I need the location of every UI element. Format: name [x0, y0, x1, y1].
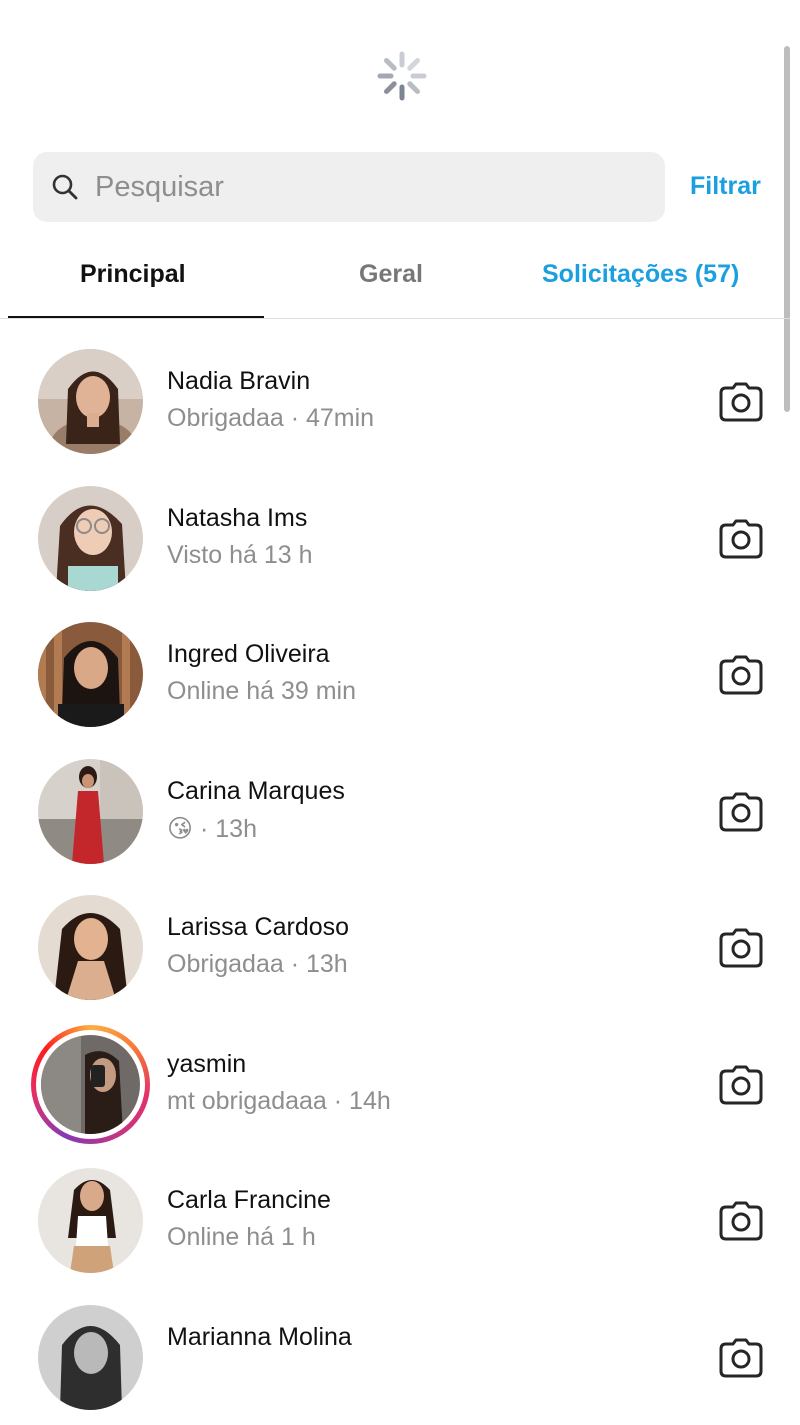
- conversation-preview: mt obrigadaaa · 14h: [167, 1087, 391, 1116]
- avatar: [41, 1035, 140, 1134]
- search-icon: [51, 173, 79, 201]
- conversation-preview: Obrigadaa · 47min: [167, 404, 374, 433]
- conversation-name: Carla Francine: [167, 1186, 331, 1215]
- conversation-name: Nadia Bravin: [167, 367, 310, 396]
- conversation-row[interactable]: Marianna Molina: [0, 1289, 790, 1425]
- conversation-row[interactable]: Larissa Cardoso Obrigadaa · 13h: [0, 879, 790, 1016]
- conversation-preview: Online há 1 h: [167, 1223, 316, 1252]
- search-box[interactable]: [33, 152, 665, 222]
- conversation-preview: 😘 · 13h: [167, 814, 257, 844]
- tab-geral[interactable]: Geral: [359, 260, 423, 289]
- tab-requests[interactable]: Solicitações (57): [542, 260, 739, 289]
- search-input[interactable]: [95, 171, 615, 204]
- camera-icon[interactable]: [718, 381, 764, 423]
- camera-icon[interactable]: [718, 1064, 764, 1106]
- conversation-name: Larissa Cardoso: [167, 913, 349, 942]
- search-row: Filtrar: [33, 152, 773, 222]
- camera-icon[interactable]: [718, 1337, 764, 1379]
- avatar[interactable]: [38, 1168, 143, 1273]
- conversation-preview: Obrigadaa · 13h: [167, 950, 348, 979]
- avatar[interactable]: [38, 486, 143, 591]
- camera-icon[interactable]: [718, 518, 764, 560]
- avatar-ring-gap: [36, 1030, 145, 1139]
- conversation-name: Ingred Oliveira: [167, 640, 330, 669]
- avatar[interactable]: [38, 349, 143, 454]
- camera-icon[interactable]: [718, 654, 764, 696]
- camera-icon[interactable]: [718, 1200, 764, 1242]
- avatar[interactable]: [38, 622, 143, 727]
- conversation-name: Natasha Ims: [167, 504, 307, 533]
- tab-principal[interactable]: Principal: [80, 260, 186, 289]
- tabs-divider: [0, 318, 790, 319]
- conversation-row[interactable]: Carla Francine Online há 1 h: [0, 1152, 790, 1289]
- inbox-tabs: Principal Geral Solicitações (57): [0, 250, 790, 320]
- avatar[interactable]: [38, 759, 143, 864]
- conversation-list: Nadia Bravin Obrigadaa · 47min Natasha I…: [0, 333, 790, 1425]
- camera-icon[interactable]: [718, 927, 764, 969]
- camera-icon[interactable]: [718, 791, 764, 833]
- conversation-row[interactable]: yasmin mt obrigadaaa · 14h: [0, 1016, 790, 1153]
- active-tab-indicator: [8, 316, 264, 318]
- conversation-row[interactable]: Ingred Oliveira Online há 39 min: [0, 606, 790, 743]
- conversation-preview: Online há 39 min: [167, 677, 356, 706]
- filter-link[interactable]: Filtrar: [690, 172, 761, 201]
- avatar[interactable]: [38, 1305, 143, 1410]
- conversation-row[interactable]: Nadia Bravin Obrigadaa · 47min: [0, 333, 790, 470]
- conversation-row[interactable]: Natasha Ims Visto há 13 h: [0, 470, 790, 607]
- conversation-name: Marianna Molina: [167, 1323, 352, 1352]
- conversation-preview: Visto há 13 h: [167, 541, 312, 570]
- conversation-name: yasmin: [167, 1050, 246, 1079]
- loading-spinner-icon: [376, 50, 428, 102]
- avatar[interactable]: [38, 895, 143, 1000]
- avatar-story-ring[interactable]: [31, 1025, 150, 1144]
- conversation-name: Carina Marques: [167, 777, 345, 806]
- conversation-row[interactable]: Carina Marques 😘 · 13h: [0, 743, 790, 880]
